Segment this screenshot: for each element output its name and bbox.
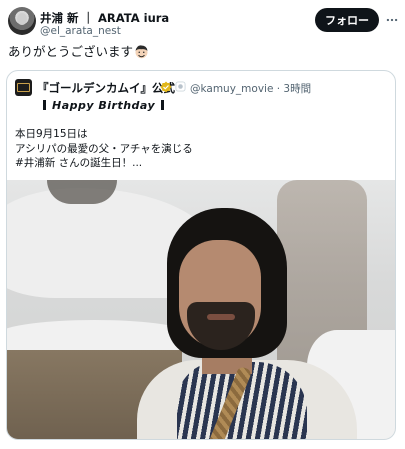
tweet-text-content: ありがとうございます [8, 44, 134, 59]
author-handle[interactable]: @el_arata_nest [40, 25, 121, 37]
decorative-bar-left [43, 100, 46, 110]
quoted-birthday-line: Happy Birthday [37, 99, 170, 112]
smiling-face-emoji-icon [135, 45, 148, 59]
quoted-body-line: 本日9月15日は [15, 128, 88, 140]
mouth-shape [207, 314, 235, 320]
quoted-body-line: #井浦新 さんの誕生日！... [15, 157, 143, 169]
quoted-author-avatar[interactable] [15, 79, 32, 96]
decorative-bar-right [161, 100, 165, 110]
quoted-author-meta: @kamuy_movie · 3時間 [190, 83, 312, 95]
quoted-tweet-card[interactable]: 『ゴールデンカムイ』公式 @kamuy_movie · 3時間 Happy Bi… [6, 70, 396, 440]
gold-verified-badge-icon [160, 81, 172, 93]
author-display-name[interactable]: 井浦 新 ｜ ARATA iura [40, 10, 169, 26]
quoted-body-line: アシリパの最愛の父・アチャを演じる [15, 142, 193, 155]
author-avatar[interactable] [8, 7, 36, 35]
quoted-media-image[interactable] [7, 180, 395, 439]
quoted-author-display-name[interactable]: 『ゴールデンカムイ』公式 [37, 80, 175, 96]
birthday-text: Happy Birthday [52, 99, 156, 112]
hut-roof-shape [7, 320, 192, 350]
more-options-icon[interactable] [383, 10, 401, 30]
follow-button[interactable]: フォロー [315, 8, 379, 32]
quoted-tweet-body: 本日9月15日は アシリパの最愛の父・アチャを演じる #井浦新 さんの誕生日！.… [15, 127, 193, 171]
tweet: 井浦 新 ｜ ARATA iura @el_arata_nest フォロー あり… [0, 0, 405, 449]
affiliate-badge-icon [175, 81, 186, 92]
tweet-text: ありがとうございます [8, 44, 149, 60]
